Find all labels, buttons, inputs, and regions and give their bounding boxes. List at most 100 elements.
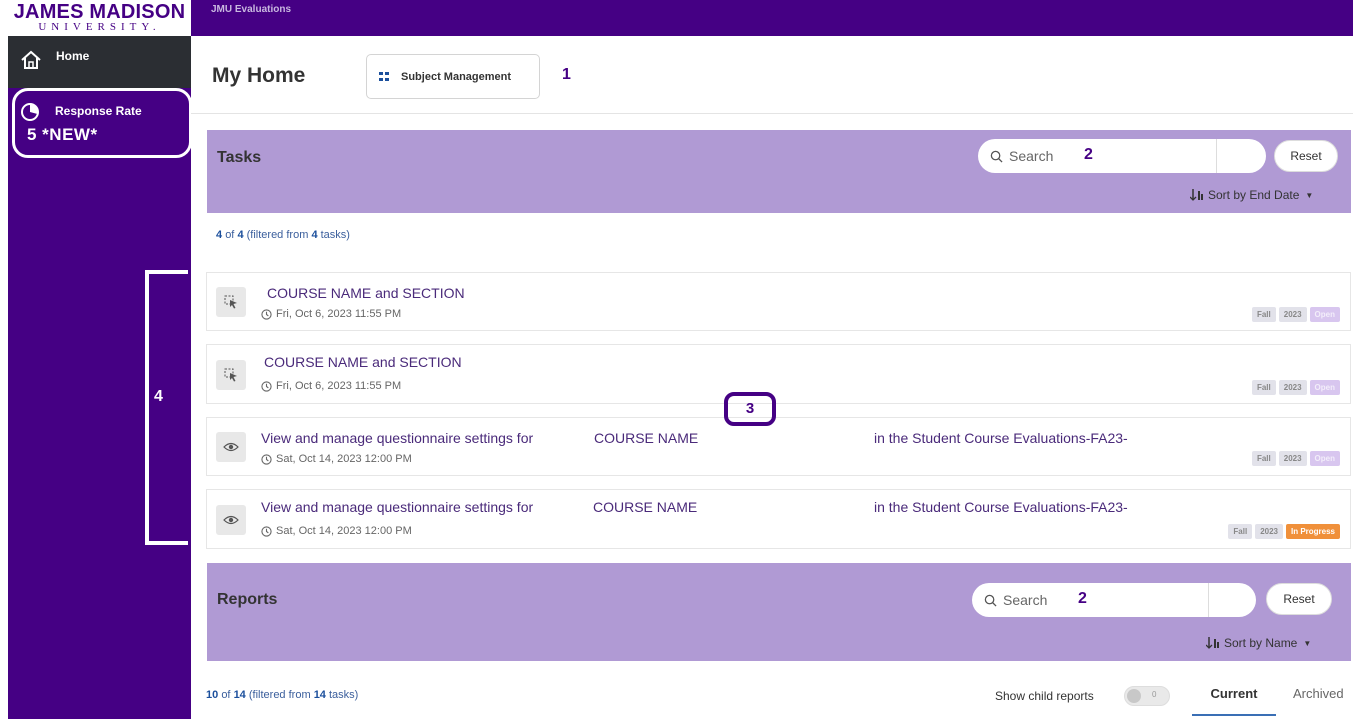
task-row[interactable]: COURSE NAME and SECTION Fri, Oct 6, 2023… bbox=[206, 272, 1351, 331]
annotation-5-new: 5 *NEW* bbox=[27, 125, 98, 144]
count-total: 4 bbox=[237, 229, 244, 241]
count-filtered: 4 bbox=[311, 229, 318, 241]
annotation-bracket bbox=[145, 270, 188, 545]
task-title-part3[interactable]: in the Student Course Evaluations-FA23- bbox=[874, 499, 1128, 515]
count-filtered: 14 bbox=[313, 689, 326, 701]
search-clear-area[interactable] bbox=[1216, 139, 1266, 173]
status-badge: Open bbox=[1309, 451, 1340, 466]
count-of: of bbox=[225, 229, 235, 241]
sidebar-item-home[interactable]: Home bbox=[8, 36, 191, 88]
sort-icon bbox=[1206, 637, 1219, 649]
tasks-search-input[interactable]: Search bbox=[978, 139, 1216, 173]
search-placeholder: Search bbox=[1009, 148, 1054, 164]
status-badge: Open bbox=[1309, 380, 1340, 395]
home-icon bbox=[21, 50, 41, 69]
term-badge: Fall bbox=[1251, 451, 1276, 466]
tasks-title: Tasks bbox=[217, 149, 262, 166]
term-badge: Fall bbox=[1228, 524, 1253, 539]
caret-down-icon: ▼ bbox=[1303, 638, 1312, 648]
task-title-part1[interactable]: View and manage questionnaire settings f… bbox=[261, 499, 533, 515]
sort-label: Sort by End Date bbox=[1208, 188, 1300, 202]
toggle-value: 0 bbox=[1152, 690, 1157, 699]
task-title-part1[interactable]: View and manage questionnaire settings f… bbox=[261, 430, 533, 446]
page-title: My Home bbox=[212, 64, 306, 87]
count-of: of bbox=[221, 689, 231, 701]
count-total: 14 bbox=[233, 689, 246, 701]
reports-search-input[interactable]: Search bbox=[972, 583, 1208, 617]
year-badge: 2023 bbox=[1278, 380, 1307, 395]
clock-icon bbox=[261, 453, 272, 465]
task-date: Sat, Oct 14, 2023 12:00 PM bbox=[261, 525, 412, 537]
task-row[interactable]: COURSE NAME and SECTION Fri, Oct 6, 2023… bbox=[206, 344, 1351, 404]
sidebar-item-label: Home bbox=[56, 49, 90, 63]
annotation-2: 2 bbox=[1084, 146, 1093, 163]
search-icon bbox=[990, 150, 1003, 163]
sort-label: Sort by Name bbox=[1224, 636, 1298, 650]
task-badges: Fall 2023 Open bbox=[1251, 451, 1340, 466]
cursor-select-icon bbox=[216, 360, 246, 390]
sidebar-item-label: Response Rate bbox=[55, 104, 142, 118]
annotation-2: 2 bbox=[1078, 590, 1087, 607]
clock-icon bbox=[261, 380, 272, 392]
cursor-select-icon bbox=[216, 287, 246, 317]
clock-icon bbox=[261, 525, 272, 537]
status-badge: In Progress bbox=[1285, 524, 1340, 539]
tab-archived[interactable]: Archived bbox=[1293, 686, 1344, 701]
count-shown: 4 bbox=[216, 229, 223, 241]
task-title-link[interactable]: COURSE NAME and SECTION bbox=[267, 285, 465, 301]
app-title: JMU Evaluations bbox=[211, 4, 292, 15]
show-child-reports-label: Show child reports bbox=[995, 689, 1094, 703]
term-badge: Fall bbox=[1251, 307, 1276, 322]
search-placeholder: Search bbox=[1003, 592, 1048, 608]
annotation-3: 3 bbox=[724, 392, 776, 426]
sort-icon bbox=[1190, 189, 1203, 201]
task-badges: Fall 2023 Open bbox=[1251, 307, 1340, 322]
term-badge: Fall bbox=[1251, 380, 1276, 395]
count-prefix: (filtered from bbox=[248, 689, 311, 701]
sidebar-item-response-rate[interactable]: Response Rate 5 *NEW* bbox=[12, 88, 192, 158]
top-bar: JMU Evaluations bbox=[191, 0, 1353, 36]
task-badges: Fall 2023 In Progress bbox=[1228, 524, 1340, 539]
reports-sort-dropdown[interactable]: Sort by Name ▼ bbox=[1206, 636, 1311, 650]
pie-chart-icon bbox=[21, 103, 39, 121]
divider bbox=[191, 113, 1353, 114]
task-row[interactable]: View and manage questionnaire settings f… bbox=[206, 489, 1351, 549]
tab-current[interactable]: Current bbox=[1192, 683, 1276, 716]
eye-icon bbox=[216, 432, 246, 462]
logo-main-text: JAMES MADISON bbox=[13, 1, 186, 23]
task-date-text: Fri, Oct 6, 2023 11:55 PM bbox=[276, 308, 402, 320]
toggle-knob bbox=[1127, 689, 1141, 703]
year-badge: 2023 bbox=[1278, 451, 1307, 466]
task-date: Fri, Oct 6, 2023 11:55 PM bbox=[261, 308, 401, 320]
search-clear-area[interactable] bbox=[1208, 583, 1256, 617]
task-title-link[interactable]: COURSE NAME and SECTION bbox=[264, 354, 462, 370]
task-date-text: Sat, Oct 14, 2023 12:00 PM bbox=[276, 453, 412, 465]
tasks-sort-dropdown[interactable]: Sort by End Date ▼ bbox=[1190, 188, 1313, 202]
jmu-logo: JAMES MADISON UNIVERSITY. bbox=[8, 0, 191, 36]
task-date-text: Fri, Oct 6, 2023 11:55 PM bbox=[276, 380, 402, 392]
year-badge: 2023 bbox=[1255, 524, 1283, 539]
reports-reset-button[interactable]: Reset bbox=[1266, 583, 1332, 615]
tasks-reset-button[interactable]: Reset bbox=[1274, 140, 1338, 172]
count-prefix: (filtered from bbox=[246, 229, 309, 241]
count-suffix: tasks) bbox=[329, 689, 359, 701]
subject-management-label: Subject Management bbox=[401, 70, 512, 83]
annotation-4: 4 bbox=[154, 388, 163, 405]
logo-sub-text: UNIVERSITY. bbox=[38, 21, 161, 33]
tasks-count: 4 of 4 (filtered from 4 tasks) bbox=[216, 229, 350, 241]
grid-icon bbox=[379, 72, 389, 81]
task-course-name[interactable]: COURSE NAME bbox=[594, 430, 698, 446]
show-child-reports-toggle[interactable]: 0 bbox=[1124, 686, 1170, 706]
annotation-1: 1 bbox=[562, 66, 571, 83]
status-badge: Open bbox=[1309, 307, 1340, 322]
reports-count: 10 of 14 (filtered from 14 tasks) bbox=[206, 689, 358, 701]
count-shown: 10 bbox=[206, 689, 219, 701]
task-title-part3[interactable]: in the Student Course Evaluations-FA23- bbox=[874, 430, 1128, 446]
year-badge: 2023 bbox=[1278, 307, 1307, 322]
task-row[interactable]: View and manage questionnaire settings f… bbox=[206, 417, 1351, 476]
reports-title: Reports bbox=[217, 591, 278, 608]
task-course-name[interactable]: COURSE NAME bbox=[593, 499, 697, 515]
clock-icon bbox=[261, 308, 272, 320]
caret-down-icon: ▼ bbox=[1305, 190, 1314, 200]
subject-management-button[interactable]: Subject Management bbox=[366, 54, 540, 99]
